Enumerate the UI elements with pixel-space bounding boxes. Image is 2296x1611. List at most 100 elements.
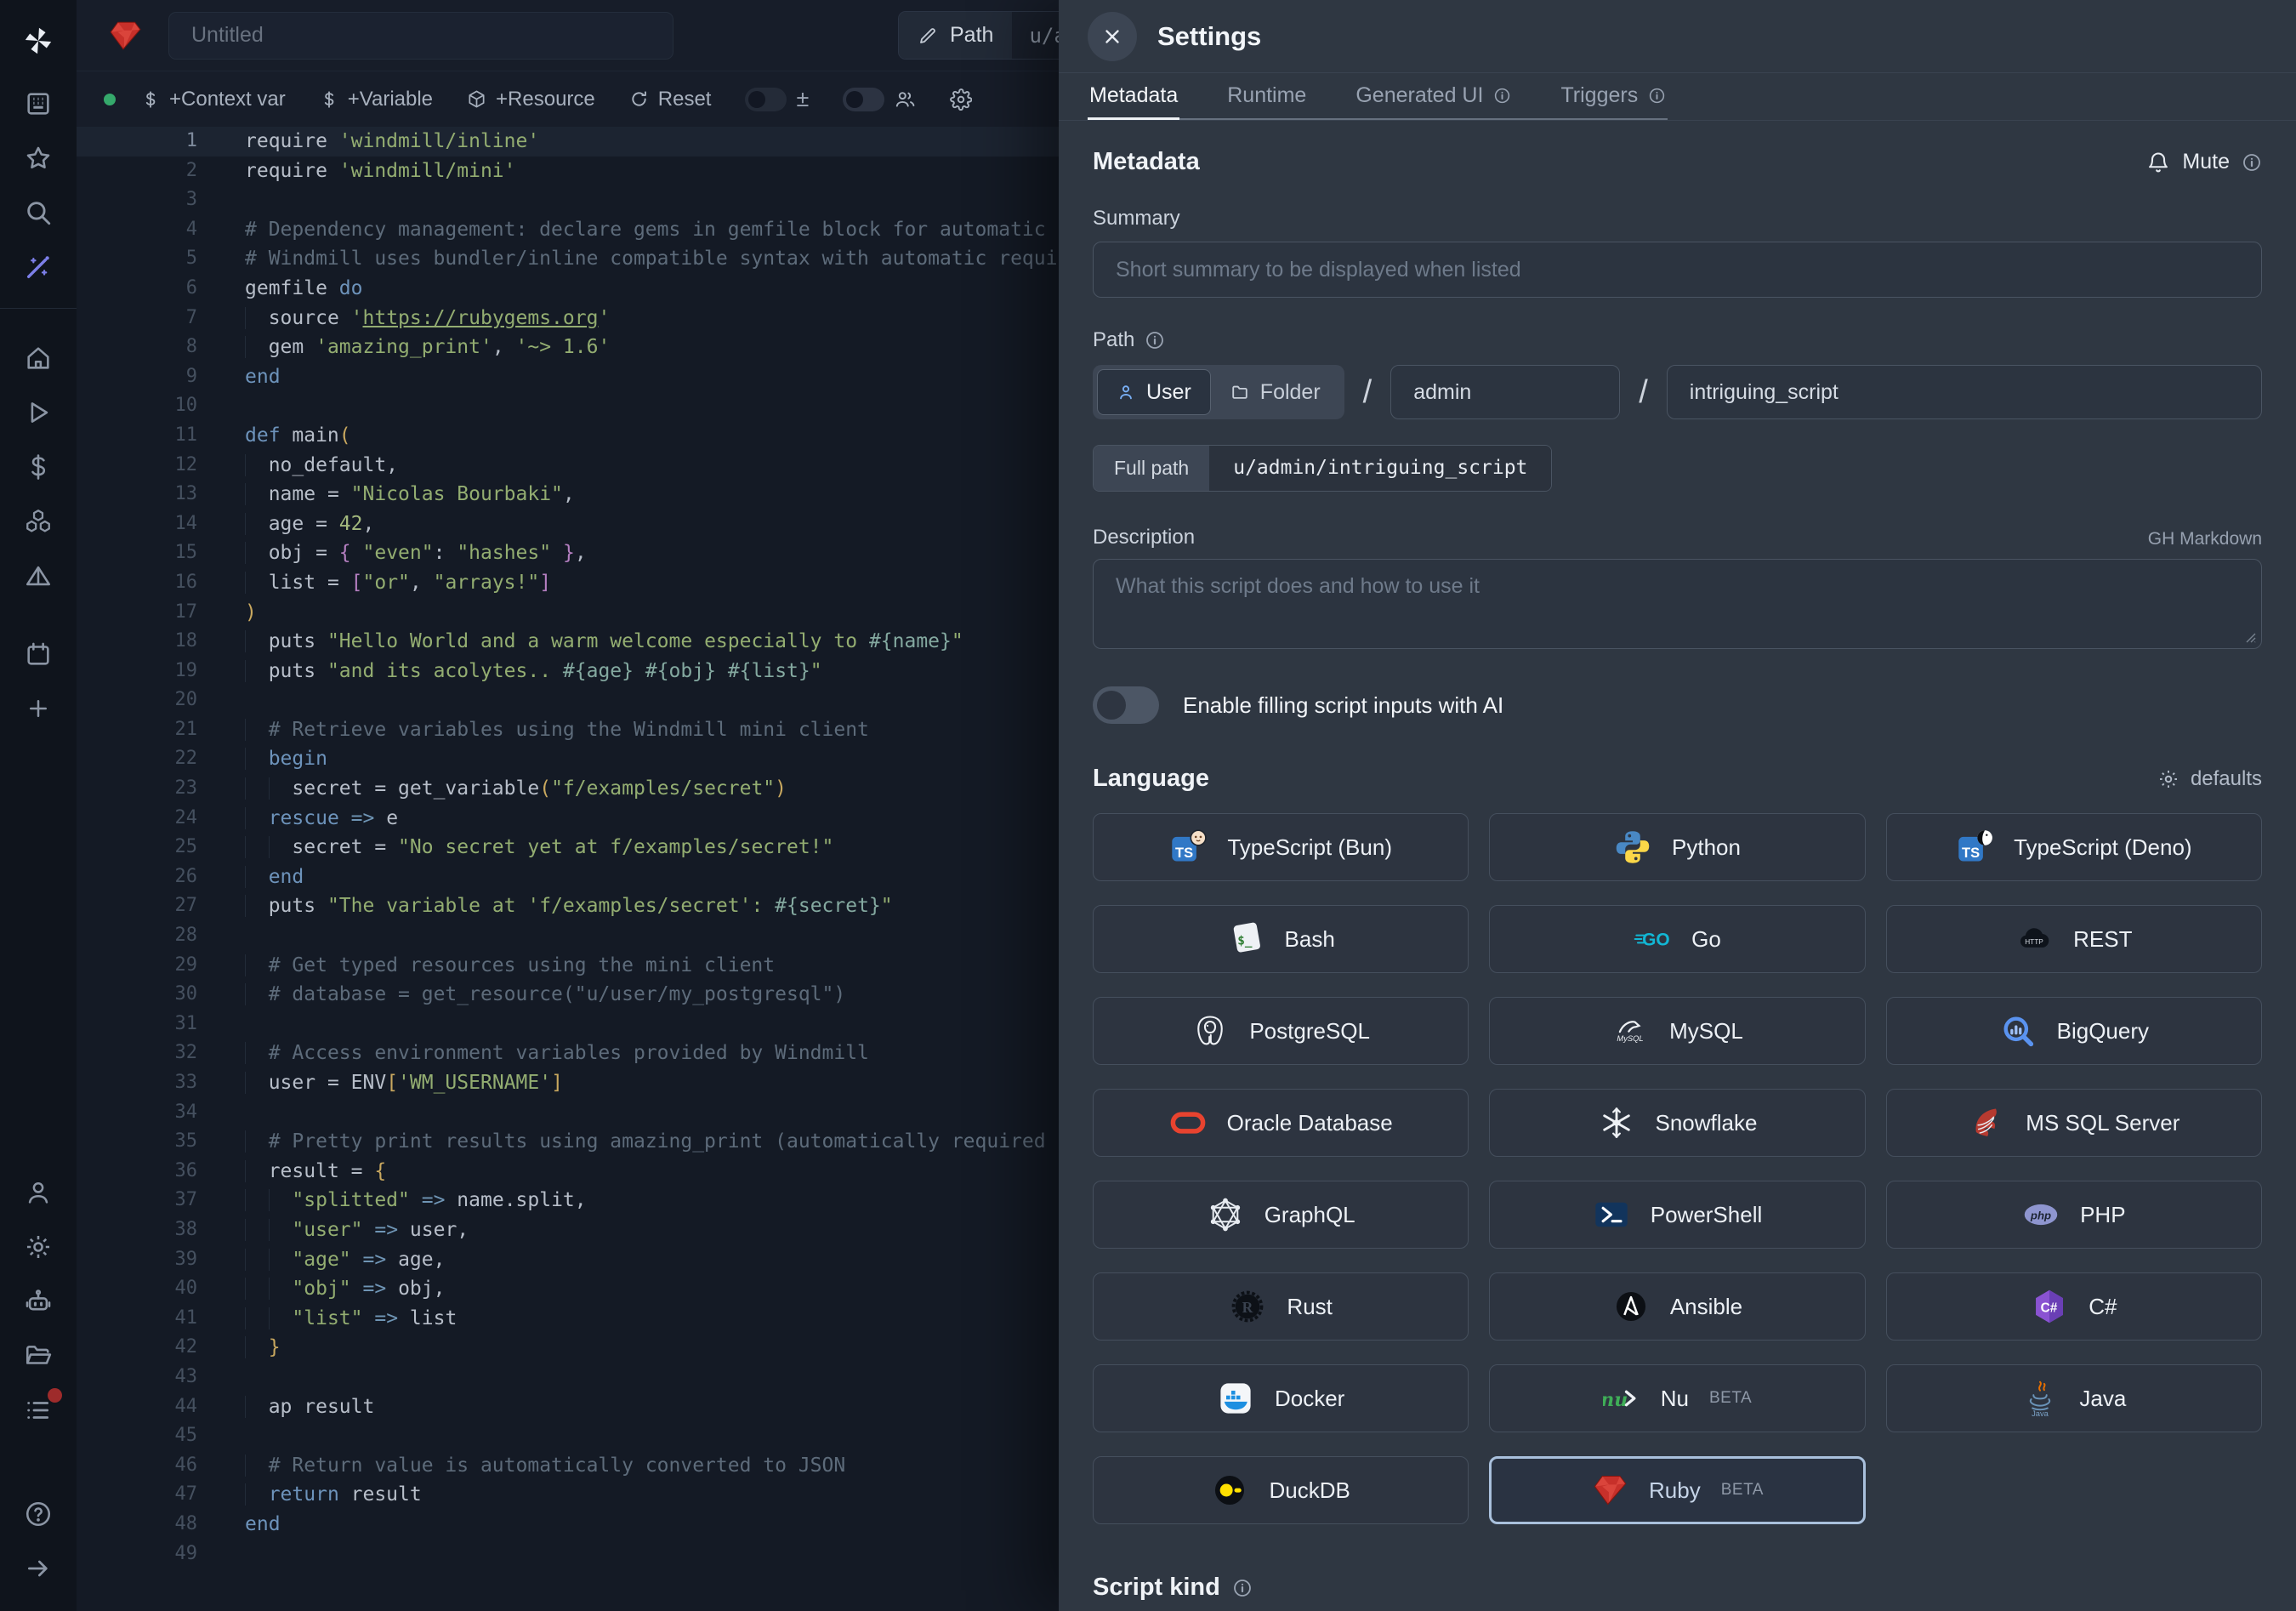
mute-button[interactable]: Mute — [2146, 150, 2262, 174]
help-icon[interactable] — [21, 1497, 55, 1531]
line-number: 41 — [77, 1304, 213, 1334]
calendar-icon[interactable] — [21, 637, 55, 671]
line-number: 2 — [77, 157, 213, 186]
editor-settings-button[interactable] — [950, 88, 972, 111]
add-context-var-button[interactable]: +Context var — [141, 88, 286, 111]
close-button[interactable] — [1088, 12, 1137, 61]
line-number: 32 — [77, 1039, 213, 1068]
add-resource-button[interactable]: +Resource — [467, 88, 595, 111]
language-label: Bash — [1285, 926, 1335, 953]
folders-icon[interactable] — [21, 1339, 55, 1373]
multiplayer-toggle[interactable] — [843, 88, 884, 111]
user-icon[interactable] — [21, 1176, 55, 1210]
diff-toggle-group: ± — [745, 86, 809, 112]
language-card-c[interactable]: C#C# — [1886, 1272, 2262, 1341]
favorites-star-icon[interactable] — [21, 141, 55, 175]
language-label: PowerShell — [1651, 1202, 1763, 1228]
language-card-java[interactable]: JavaJava — [1886, 1364, 2262, 1432]
language-card-go[interactable]: GOGo — [1489, 905, 1865, 973]
language-card-postgresql[interactable]: PostgreSQL — [1093, 997, 1469, 1065]
info-icon[interactable] — [1232, 1578, 1253, 1598]
tab-runtime[interactable]: Runtime — [1225, 73, 1308, 120]
language-card-graphql[interactable]: GraphQL — [1093, 1181, 1469, 1249]
language-card-typescript-deno[interactable]: TSTypeScript (Deno) — [1886, 813, 2262, 881]
owner-user-option[interactable]: User — [1097, 369, 1211, 415]
ansible-icon — [1612, 1288, 1650, 1325]
line-number: 27 — [77, 891, 213, 921]
info-icon — [1648, 87, 1666, 105]
user-option-label: User — [1146, 380, 1191, 405]
package-icon — [467, 89, 486, 109]
tab-triggers[interactable]: Triggers — [1559, 73, 1668, 120]
language-label: TypeScript (Deno) — [2014, 834, 2192, 861]
language-card-python[interactable]: Python — [1489, 813, 1865, 881]
resize-handle-icon[interactable] — [2242, 629, 2257, 644]
workspace-icon[interactable] — [21, 87, 55, 121]
language-label: C# — [2089, 1294, 2117, 1320]
line-number: 47 — [77, 1480, 213, 1510]
language-card-ms-sql-server[interactable]: MS SQL Server — [1886, 1089, 2262, 1157]
language-card-oracle-database[interactable]: Oracle Database — [1093, 1089, 1469, 1157]
language-card-mysql[interactable]: MySQLMySQL — [1489, 997, 1865, 1065]
runs-play-icon[interactable] — [21, 396, 55, 430]
language-label: TypeScript (Bun) — [1227, 834, 1392, 861]
add-variable-button[interactable]: +Variable — [320, 88, 433, 111]
owner-input[interactable]: admin — [1390, 365, 1620, 419]
language-card-typescript-bun[interactable]: TSTypeScript (Bun) — [1093, 813, 1469, 881]
language-card-nu[interactable]: nuNuBETA — [1489, 1364, 1865, 1432]
reset-button[interactable]: Reset — [629, 88, 712, 111]
line-number: 35 — [77, 1127, 213, 1157]
logs-list-icon[interactable] — [21, 1393, 55, 1427]
collapse-arrow-icon[interactable] — [21, 1551, 55, 1585]
settings-gear-icon[interactable] — [21, 1230, 55, 1264]
docker-icon — [1217, 1380, 1254, 1417]
line-number: 42 — [77, 1333, 213, 1363]
line-number: 22 — [77, 744, 213, 774]
language-card-snowflake[interactable]: Snowflake — [1489, 1089, 1865, 1157]
bash-icon: $_ — [1227, 920, 1265, 958]
schedules-prism-icon[interactable] — [21, 559, 55, 593]
path-label: Path — [1093, 328, 1134, 352]
language-card-docker[interactable]: Docker — [1093, 1364, 1469, 1432]
defaults-button[interactable]: defaults — [2157, 767, 2262, 791]
line-number: 17 — [77, 598, 213, 628]
language-card-powershell[interactable]: PowerShell — [1489, 1181, 1865, 1249]
svg-text:nu: nu — [1603, 1389, 1628, 1411]
mysql-icon: MySQL — [1611, 1012, 1649, 1050]
language-card-rust[interactable]: RRust — [1093, 1272, 1469, 1341]
language-label: Java — [2079, 1386, 2126, 1412]
variables-dollar-icon[interactable] — [21, 450, 55, 484]
tab-metadata[interactable]: Metadata — [1088, 73, 1179, 120]
home-icon[interactable] — [21, 341, 55, 375]
info-icon[interactable] — [2242, 152, 2262, 173]
language-card-ruby[interactable]: RubyBETA — [1489, 1456, 1865, 1524]
multiplayer-toggle-group — [843, 88, 916, 111]
language-card-duckdb[interactable]: DuckDB — [1093, 1456, 1469, 1524]
diff-toggle[interactable] — [745, 88, 787, 111]
language-label: Ruby — [1649, 1477, 1701, 1504]
ai-fill-toggle[interactable] — [1093, 686, 1159, 724]
language-card-php[interactable]: phpPHP — [1886, 1181, 2262, 1249]
language-card-ansible[interactable]: Ansible — [1489, 1272, 1865, 1341]
script-name-input[interactable]: intriguing_script — [1667, 365, 2262, 419]
script-title-input[interactable]: Untitled — [168, 12, 673, 60]
owner-kind-segmented: User Folder — [1093, 365, 1344, 419]
line-number: 7 — [77, 304, 213, 333]
search-icon[interactable] — [21, 196, 55, 230]
language-card-bash[interactable]: $_ Bash — [1093, 905, 1469, 973]
close-icon — [1101, 26, 1123, 48]
ai-wand-icon[interactable] — [21, 250, 55, 284]
line-number: 24 — [77, 804, 213, 834]
language-card-rest[interactable]: HTTPREST — [1886, 905, 2262, 973]
language-card-bigquery[interactable]: BigQuery — [1886, 997, 2262, 1065]
users-icon — [894, 88, 916, 111]
owner-folder-option[interactable]: Folder — [1211, 369, 1340, 415]
tab-generated-ui[interactable]: Generated UI — [1354, 73, 1513, 120]
info-icon[interactable] — [1145, 330, 1165, 350]
resources-cubes-icon[interactable] — [21, 504, 55, 538]
add-plus-icon[interactable] — [21, 692, 55, 726]
robot-icon[interactable] — [21, 1284, 55, 1318]
summary-input[interactable]: Short summary to be displayed when liste… — [1093, 242, 2262, 298]
summary-placeholder: Short summary to be displayed when liste… — [1116, 258, 1521, 282]
description-textarea[interactable]: What this script does and how to use it — [1093, 559, 2262, 649]
